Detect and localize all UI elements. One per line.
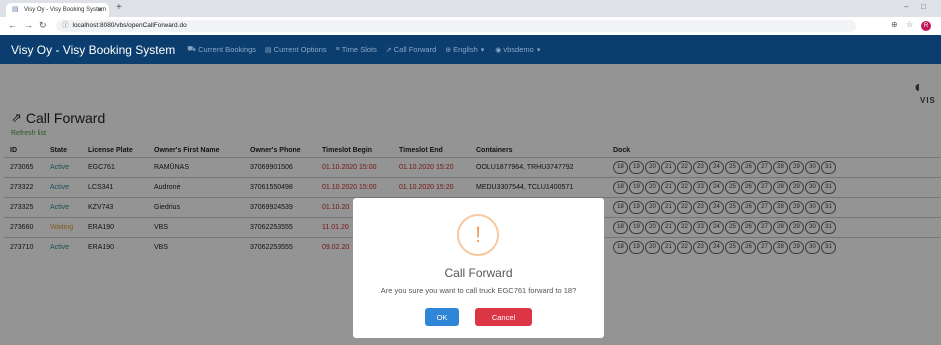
app-brand[interactable]: Visy Oy - Visy Booking System (11, 43, 175, 57)
url-field[interactable]: ⓘ localhost:8080/vbs/openCallForward.do (56, 20, 856, 32)
list-icon: ▤ (265, 46, 272, 54)
close-tab-icon[interactable]: ✕ (97, 6, 103, 14)
confirm-dialog: ! Call Forward Are you sure you want to … (353, 198, 604, 338)
cancel-button[interactable]: Cancel (475, 308, 532, 326)
app-navbar: Visy Oy - Visy Booking System ⛟ Current B… (0, 35, 941, 64)
bookmark-star-icon[interactable]: ☆ (906, 20, 913, 29)
maximize-icon[interactable]: □ (921, 2, 926, 11)
nav-call-forward[interactable]: ⇗ Call Forward (386, 45, 436, 54)
nav-user[interactable]: ◉ vbsdemo ▾ (495, 45, 542, 54)
address-bar: ← → ↻ ⓘ localhost:8080/vbs/openCallForwar… (0, 17, 941, 36)
caret-down-icon: ▾ (480, 46, 485, 54)
url-text: localhost:8080/vbs/openCallForward.do (72, 22, 187, 29)
minimize-icon[interactable]: – (904, 2, 908, 11)
browser-tab-strip: ▤ Visy Oy - Visy Booking System ✕ + – □ (0, 0, 941, 17)
warning-icon: ! (457, 214, 499, 256)
back-icon[interactable]: ← (8, 20, 17, 30)
browser-tab[interactable]: ▤ Visy Oy - Visy Booking System ✕ (6, 3, 109, 17)
nav-time-slots[interactable]: ≡ Time Slots (336, 45, 377, 54)
reload-icon[interactable]: ↻ (39, 20, 47, 31)
info-icon: ⓘ (62, 22, 69, 29)
nav-current-options[interactable]: ▤ Current Options (265, 45, 327, 54)
user-icon: ◉ (495, 46, 502, 54)
new-tab-icon[interactable]: + (116, 2, 122, 13)
bars-icon: ≡ (335, 46, 340, 53)
truck-icon: ⛟ (187, 46, 197, 53)
nav-language[interactable]: ⊕ English ▾ (445, 45, 486, 54)
share-icon: ⇗ (385, 46, 392, 54)
dialog-message: Are you sure you want to call truck EGC7… (380, 286, 577, 295)
globe-icon: ⊕ (445, 46, 452, 54)
nav-current-bookings[interactable]: ⛟ Current Bookings (187, 45, 256, 54)
dialog-title: Call Forward (444, 266, 513, 280)
zoom-icon[interactable]: ⊕ (891, 20, 898, 29)
browser-tab-title: Visy Oy - Visy Booking System (24, 7, 107, 13)
ok-button[interactable]: OK (425, 308, 459, 326)
forward-icon[interactable]: → (24, 20, 33, 30)
profile-avatar[interactable]: R (921, 21, 931, 31)
caret-down-icon: ▾ (536, 46, 541, 54)
favicon-icon: ▤ (12, 6, 19, 13)
